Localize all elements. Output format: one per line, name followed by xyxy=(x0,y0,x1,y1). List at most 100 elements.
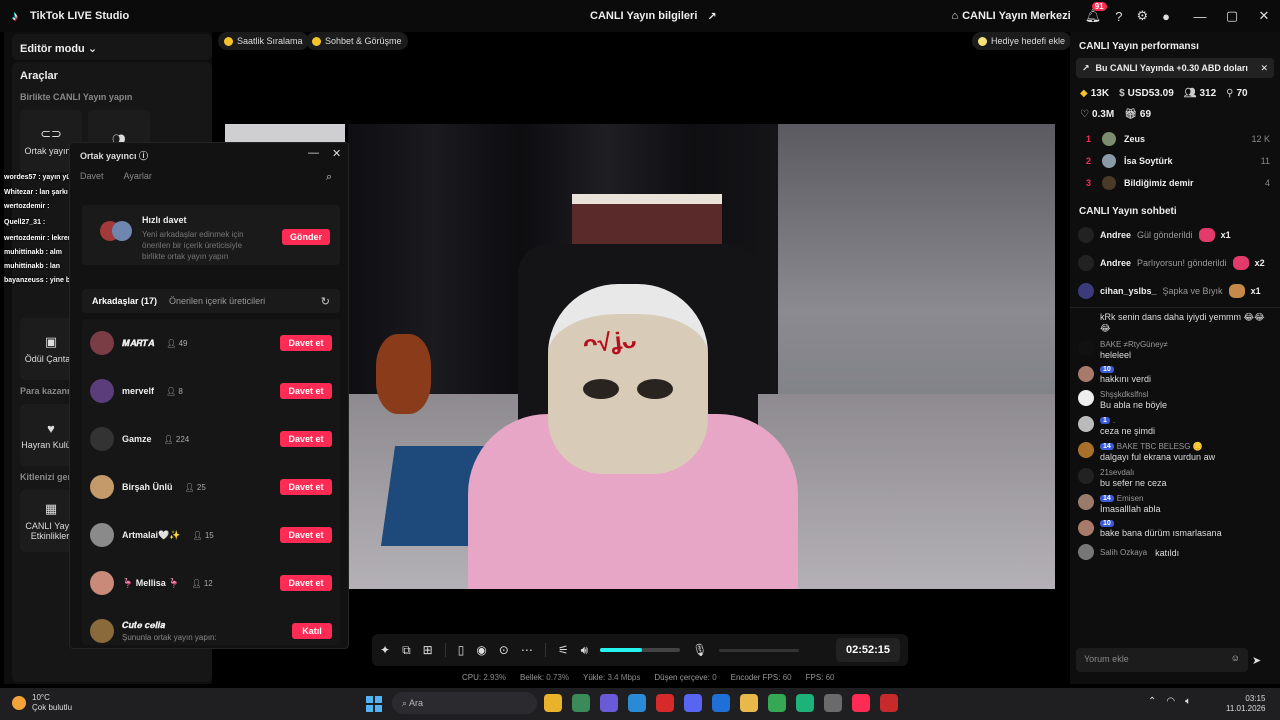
rank-row[interactable]: 2 İsa Soytürk 11 xyxy=(1070,150,1280,172)
chevron-up-icon[interactable]: ⌃ xyxy=(1148,696,1156,707)
quick-invite-card: Hızlı davet Yeni arkadaşlar edinmek için… xyxy=(82,205,340,265)
system-tray[interactable]: ⌃ ◠ 🔈︎ xyxy=(1148,696,1191,707)
editor-mode-dropdown[interactable]: Editör modu ⌄ xyxy=(12,34,212,60)
invite-button[interactable]: Davet et xyxy=(280,431,332,447)
search-icon[interactable]: ⌕ xyxy=(326,171,332,184)
share-icon: ↗ xyxy=(707,11,717,23)
close-icon[interactable]: ✕ xyxy=(1248,8,1280,24)
tiktok-live-icon[interactable] xyxy=(852,694,870,712)
chrome-icon[interactable] xyxy=(544,694,562,712)
avatar xyxy=(1078,442,1094,458)
send-icon[interactable]: ➤ xyxy=(1252,654,1261,667)
comment-input[interactable]: Yorum ekle ☺ xyxy=(1076,648,1248,672)
tab-settings[interactable]: Ayarlar xyxy=(124,171,152,181)
layout-icon[interactable]: ⧉ xyxy=(402,643,411,658)
youtube-icon[interactable] xyxy=(880,694,898,712)
gem-icon: ◆ xyxy=(1080,88,1088,99)
chat-message: BAKE ≠RtyGüney≠ heleleel xyxy=(1070,337,1280,363)
minimize-icon[interactable]: — xyxy=(308,147,319,159)
send-button[interactable]: Gönder xyxy=(282,229,330,245)
avatar xyxy=(1078,227,1094,243)
magic-wand-icon[interactable]: ✦ xyxy=(380,643,390,657)
join-button[interactable]: Katıl xyxy=(292,623,332,639)
avatar xyxy=(1078,544,1094,560)
help-icon[interactable]: ⓘ xyxy=(139,151,148,161)
avatar xyxy=(1078,366,1094,382)
calendar-icon: ▦ xyxy=(44,501,58,516)
avatar[interactable]: ● xyxy=(1162,9,1170,24)
chat-message: 14 BAKE TBC BELESG 🪙 dalgayı ful ekrana vu… xyxy=(1070,439,1280,465)
invite-button[interactable]: Davet et xyxy=(280,479,332,495)
windows-start-icon[interactable] xyxy=(366,696,382,712)
opera-icon[interactable] xyxy=(656,694,674,712)
app-icon[interactable] xyxy=(796,694,814,712)
help-icon[interactable]: ? xyxy=(1115,9,1122,24)
notification-badge: 91 xyxy=(1091,2,1107,11)
teams-icon[interactable] xyxy=(600,694,618,712)
live-info-button[interactable]: CANLI Yayın bilgileri ↗ xyxy=(590,10,717,23)
mic-slider[interactable] xyxy=(719,648,800,652)
taskbar-search[interactable]: ⌕ Ara xyxy=(392,692,537,714)
hourly-rank-pill[interactable]: Saatlik Sıralama xyxy=(218,32,309,50)
close-icon[interactable]: ✕ xyxy=(1260,63,1268,74)
sliders-icon[interactable]: ⚟ xyxy=(558,643,569,657)
files-icon[interactable] xyxy=(572,694,590,712)
rank-row[interactable]: 1 Zeus 12 K xyxy=(1070,128,1280,150)
refresh-icon[interactable]: ↻ xyxy=(321,295,330,308)
tiktok-logo-icon xyxy=(12,10,24,22)
app-icon[interactable] xyxy=(824,694,842,712)
overlay-chat-line: muhittinakb : lan xyxy=(4,263,60,270)
invite-button[interactable]: Davet et xyxy=(280,383,332,399)
home-icon: ⌂ xyxy=(951,10,959,22)
mail-icon[interactable] xyxy=(712,694,730,712)
avatar xyxy=(1078,416,1094,432)
close-icon[interactable]: ✕ xyxy=(332,147,341,160)
bell-icon[interactable]: 🔔︎ 91 xyxy=(1085,2,1107,24)
taskbar-apps xyxy=(544,694,898,712)
chat-meet-pill[interactable]: Sohbet & Görüşme xyxy=(306,32,408,50)
list-item: Birşah Ünlü 👤︎ 25 Davet et xyxy=(82,463,340,511)
avatar xyxy=(1078,340,1094,356)
speaker-icon[interactable]: 🔊︎ xyxy=(581,643,589,658)
gear-icon[interactable]: ⚙ xyxy=(1136,8,1148,24)
avatar xyxy=(90,427,114,451)
more-icon[interactable]: ⋯ xyxy=(521,643,533,657)
guitar xyxy=(376,334,431,414)
microphone-icon[interactable]: 🎙︎ xyxy=(692,643,707,657)
gift-goal-pill[interactable]: Hediye hedefi ekle xyxy=(972,32,1072,50)
cpu-value: 2.93% xyxy=(483,673,507,682)
minimize-icon[interactable]: — xyxy=(1184,9,1216,24)
volume-icon[interactable]: 🔈︎ xyxy=(1185,696,1191,707)
discord-icon[interactable] xyxy=(684,694,702,712)
wifi-icon[interactable]: ◠ xyxy=(1166,696,1175,707)
tab-invite[interactable]: Davet xyxy=(80,171,104,181)
memory-value: 0.73% xyxy=(546,673,569,682)
co-host-hint: Şununla ortak yayın yapın: xyxy=(122,633,217,642)
right-panel: CANLI Yayın performansı ↗ Bu CANLI Yayın… xyxy=(1070,32,1280,684)
maximize-icon[interactable]: ▢ xyxy=(1216,8,1248,24)
follower-count: 👤︎ 224 xyxy=(163,434,190,444)
emoji-icon[interactable]: ☺ xyxy=(1231,653,1240,663)
live-center-button[interactable]: ⌂ CANLI Yayın Merkezi xyxy=(951,10,1070,22)
friends-list: 𝑴𝑨𝑹𝑻𝑨 👤︎ 49 Davet et mervelf 👤︎ 8 Davet … xyxy=(82,319,340,645)
invite-button[interactable]: Davet et xyxy=(280,575,332,591)
chrome-alt-icon[interactable] xyxy=(768,694,786,712)
rank-row[interactable]: 3 Bildiğimiz demir 4 xyxy=(1070,172,1280,194)
list-item: Gamze 👤︎ 224 Davet et xyxy=(82,415,340,463)
camera-switch-icon[interactable]: ⊙ xyxy=(499,643,509,657)
clock[interactable]: 03:15 11.01.2026 xyxy=(1226,694,1265,714)
phone-icon[interactable]: ▯ xyxy=(458,643,465,657)
tab-suggested[interactable]: Önerilen içerik üreticileri xyxy=(169,296,265,306)
quick-invite-title: Hızlı davet xyxy=(142,215,187,225)
tab-friends[interactable]: Arkadaşlar (17) xyxy=(92,296,157,306)
list-item: 🦩 Mellisa 🦩 👤︎ 12 Davet et xyxy=(82,559,340,607)
volume-slider[interactable] xyxy=(600,648,681,652)
edge-icon[interactable] xyxy=(628,694,646,712)
explorer-icon[interactable] xyxy=(740,694,758,712)
invite-button[interactable]: Davet et xyxy=(280,527,332,543)
avatar xyxy=(90,475,114,499)
weather-widget[interactable]: 10°C Çok bulutlu xyxy=(12,693,72,713)
invite-button[interactable]: Davet et xyxy=(280,335,332,351)
record-icon[interactable]: ◉ xyxy=(476,643,486,657)
add-source-icon[interactable]: ⊞ xyxy=(423,643,433,657)
